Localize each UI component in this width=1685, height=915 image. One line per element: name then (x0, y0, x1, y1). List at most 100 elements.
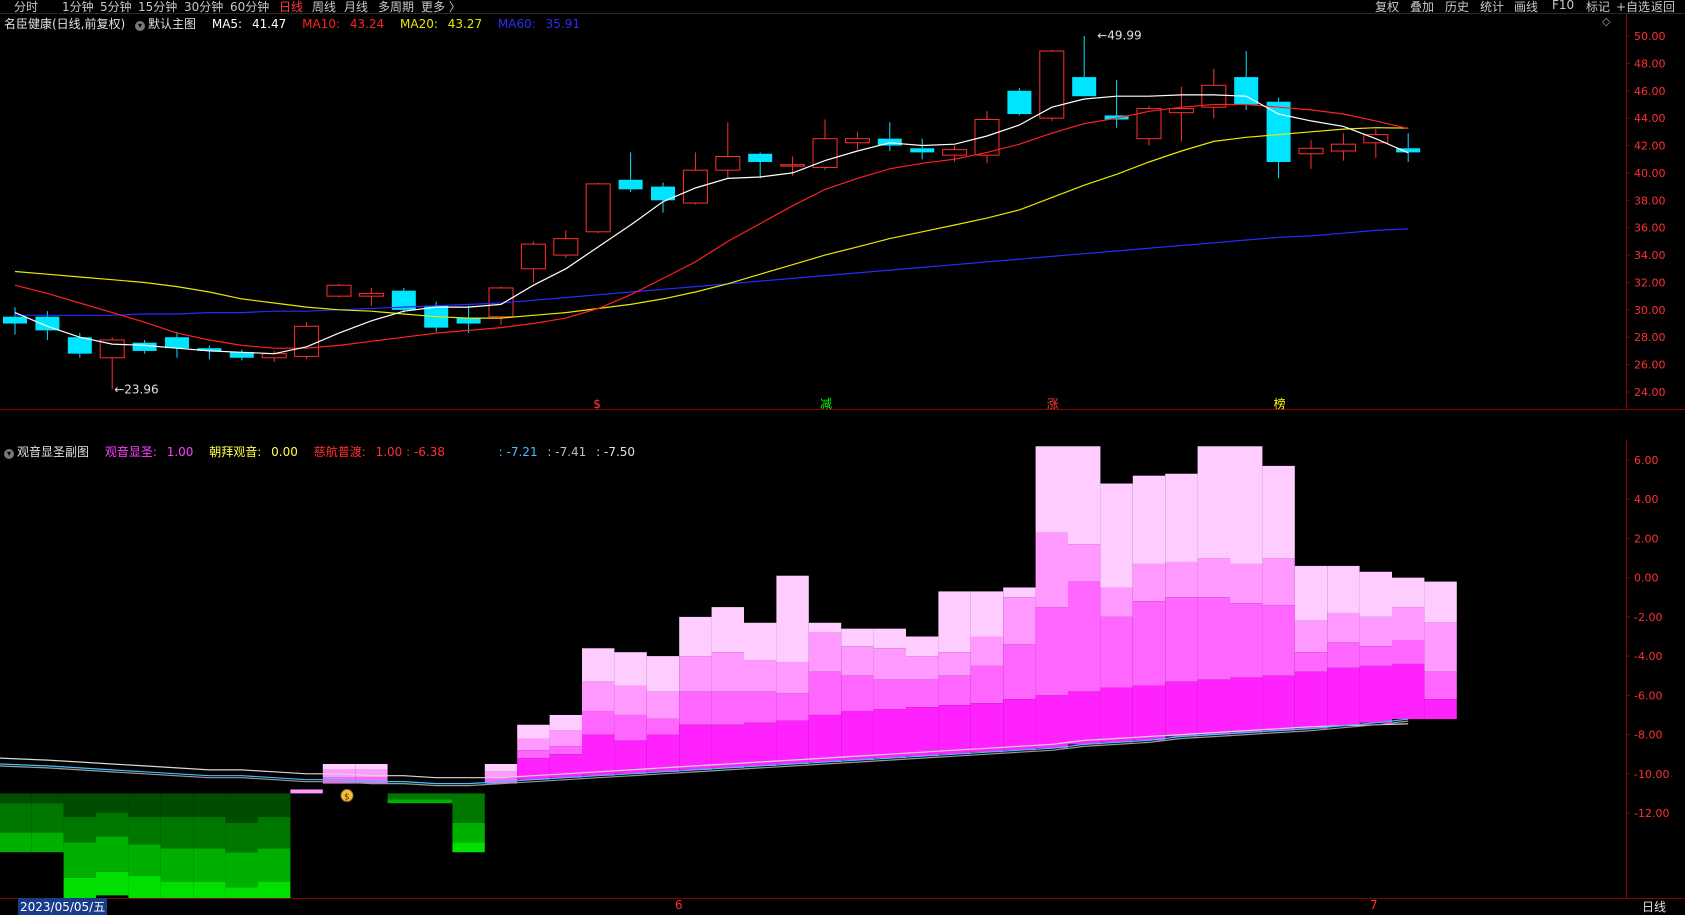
sub-tick-label: -4.00 (1634, 650, 1662, 663)
sub-bar (1068, 446, 1101, 745)
toolbar-item-4[interactable]: 30分钟 (184, 0, 223, 15)
sub-bar (906, 636, 939, 757)
sub-tick-label: 4.00 (1634, 493, 1659, 506)
toolbar-item-7[interactable]: 周线 (312, 0, 336, 15)
candlestick-chart[interactable]: 50.00 48.00 46.00 44.00 42.00 40.00 38.00 36.00… (0, 14, 1685, 410)
sub-bar (873, 628, 906, 759)
sub-bar (582, 648, 615, 776)
toolbar-item-5[interactable]: 60分钟 (230, 0, 269, 15)
svg-text:$: $ (344, 793, 350, 803)
sub-tick-label: -2.00 (1634, 611, 1662, 624)
sub-bar (1327, 565, 1360, 726)
price-tick-label: 40.00 (1634, 167, 1666, 180)
sub-bar (420, 793, 453, 804)
toolbar-right-item-2[interactable]: 历史 (1445, 0, 1469, 15)
period-label[interactable]: 日线 (1642, 898, 1666, 915)
toolbar-right-item-4[interactable]: 画线 (1514, 0, 1538, 15)
sub-bar (128, 793, 161, 898)
price-tick-label: 50.00 (1634, 30, 1666, 43)
event-mark[interactable]: $ (593, 397, 601, 410)
sub-tick-label: -8.00 (1634, 729, 1662, 742)
toolbar-right-item-0[interactable]: 复权 (1375, 0, 1399, 15)
candle (1039, 49, 1065, 121)
toolbar-right-item-8[interactable]: 返回 (1651, 0, 1675, 15)
sub-bar (711, 607, 744, 768)
candle (585, 182, 611, 234)
sub-bar (0, 793, 32, 853)
event-mark[interactable]: 涨 (1047, 396, 1059, 410)
sub-tick-label: -12.00 (1634, 807, 1669, 820)
sub-bar (160, 793, 194, 898)
sub-bar (452, 793, 485, 853)
sub-bar (1294, 565, 1328, 729)
price-tick-label: 36.00 (1634, 222, 1666, 235)
chaobai-readout: 朝拜观音: 0.00 (209, 445, 298, 459)
price-tick-label: 44.00 (1634, 112, 1666, 125)
indicator-name: 默认主图 (148, 17, 197, 31)
sub-bar (776, 575, 809, 764)
sub-tick-label: 0.00 (1634, 572, 1659, 585)
high-price-label: ←49.99 (1097, 28, 1141, 42)
sub-bar (679, 616, 712, 770)
sub-bar (970, 591, 1004, 753)
period-toolbar: 分时 1分钟 5分钟 15分钟 30分钟 60分钟 日线 周线 月线 多周期 更多 〉 复权 叠加 历史… (0, 0, 1685, 14)
toolbar-item-3[interactable]: 15分钟 (138, 0, 177, 15)
price-tick-label: 24.00 (1634, 386, 1666, 399)
sub-bar (1197, 446, 1230, 735)
sub-bar (1003, 587, 1036, 751)
price-tick-label: 34.00 (1634, 249, 1666, 262)
sub-tick-label: 6.00 (1634, 454, 1659, 467)
sub-indicator-chart[interactable]: 6.00 4.00 2.00 0.00 -2.00 -4.00 -6.00 -8.00 -10.… (0, 440, 1685, 898)
low-price-label: ←23.96 (114, 382, 158, 396)
sub-tick-label: -10.00 (1634, 768, 1669, 781)
indicator-selector[interactable]: ▾ 默认主图 (135, 17, 206, 31)
sub-bar (258, 793, 291, 898)
sub-bar (1035, 446, 1068, 749)
ma5-readout: MA5: 41.47 (211, 17, 287, 31)
event-mark[interactable]: 榜 (1274, 396, 1286, 410)
candle (391, 287, 416, 313)
sub-bar (841, 628, 874, 761)
sub-bar (517, 724, 550, 780)
price-tick-label: 28.00 (1634, 331, 1666, 344)
line2-readout: : -7.41 (547, 445, 587, 459)
price-tick-label: 38.00 (1634, 194, 1666, 207)
sub-chart-legend: ▾ 观音显圣副图 观音显圣: 1.00 朝拜观音: 0.00 慈航普渡: 1.00… (4, 443, 641, 460)
sub-bar (1230, 446, 1263, 733)
month-mark-6: 6 (675, 898, 683, 912)
toolbar-right-item-6[interactable]: 标记 (1586, 0, 1610, 15)
diamond-icon[interactable]: ◇ (1602, 15, 1610, 28)
price-tick-label: 26.00 (1634, 359, 1666, 372)
toolbar-right-item-1[interactable]: 叠加 (1410, 0, 1434, 15)
price-tick-label: 46.00 (1634, 85, 1666, 98)
toolbar-item-2[interactable]: 5分钟 (100, 0, 132, 15)
candle (1007, 88, 1032, 116)
line3-readout: : -7.50 (596, 445, 636, 459)
toolbar-right-item-3[interactable]: 统计 (1480, 0, 1504, 15)
toolbar-item-10[interactable]: 更多 〉 (421, 0, 461, 15)
sub-bar (1424, 581, 1457, 720)
sub-bar (1392, 577, 1425, 720)
sub-indicator-name: 观音显圣副图 (17, 445, 90, 459)
sub-bar (96, 793, 129, 896)
toolbar-item-8[interactable]: 月线 (344, 0, 368, 15)
sub-bar (193, 793, 226, 898)
event-mark[interactable]: 减 (820, 397, 832, 410)
toolbar-item-0[interactable]: 分时 (14, 0, 38, 15)
toolbar-item-6[interactable]: 日线 (279, 0, 303, 15)
sub-bar (614, 652, 647, 774)
month-mark-7: 7 (1370, 898, 1378, 912)
sub-tick-label: -6.00 (1634, 689, 1662, 702)
toolbar-item-9[interactable]: 多周期 (378, 0, 414, 15)
candle (294, 322, 320, 360)
sub-bar (387, 793, 420, 804)
sub-indicator-selector[interactable]: ▾ 观音显圣副图 (4, 445, 99, 459)
toolbar-right-item-5[interactable]: F10 (1552, 0, 1574, 12)
sub-bar (549, 714, 582, 778)
toolbar-right-item-7[interactable]: +自选 (1616, 0, 1650, 15)
guanyin-readout: 观音显圣: 1.00 (104, 445, 194, 459)
candle (974, 111, 1000, 164)
sub-bar (1132, 475, 1166, 741)
toolbar-item-1[interactable]: 1分钟 (62, 0, 94, 15)
sub-bar (808, 622, 842, 763)
